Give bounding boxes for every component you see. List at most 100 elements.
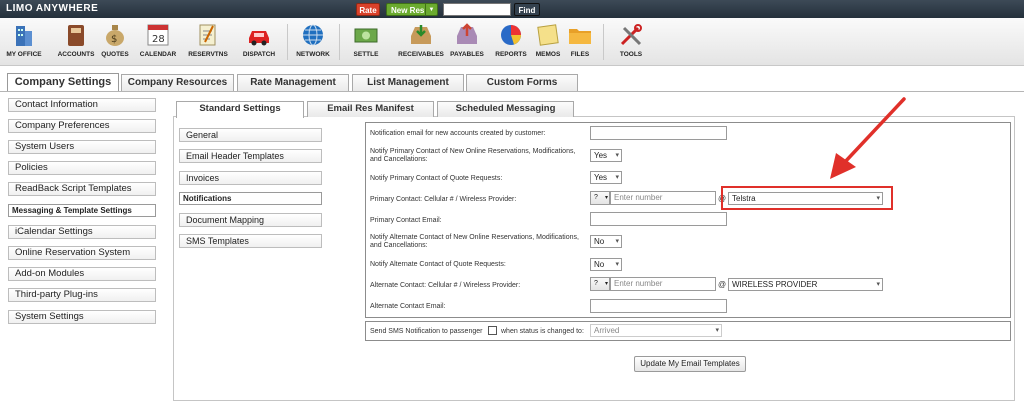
calendar-button[interactable]: 28 CALENDAR <box>136 22 180 64</box>
primary-country-code-value: ? <box>594 194 598 201</box>
payables-label: PAYABLES <box>450 51 484 58</box>
money-bag-icon: $ <box>106 25 124 46</box>
alt-provider-select[interactable]: WIRELESS PROVIDER ▾ <box>728 278 883 291</box>
search-input[interactable] <box>443 3 511 16</box>
update-email-templates-button[interactable]: Update My Email Templates <box>634 356 746 372</box>
payables-button[interactable]: PAYABLES <box>447 22 487 64</box>
subnav-document-mapping[interactable]: Document Mapping <box>179 213 322 227</box>
notify-primary-quote-select[interactable]: Yes ▾ <box>590 171 622 184</box>
files-button[interactable]: FILES <box>565 22 595 64</box>
sms-status-value: Arrived <box>594 326 620 335</box>
alt-provider-value: WIRELESS PROVIDER <box>732 280 818 289</box>
subnav-email-header-templates[interactable]: Email Header Templates <box>179 149 322 163</box>
subnav-invoices[interactable]: Invoices <box>179 171 322 185</box>
sms-status-select[interactable]: Arrived ▾ <box>590 324 722 337</box>
tools-label: TOOLS <box>619 51 643 58</box>
memo-note-icon <box>537 24 559 46</box>
book-icon <box>68 25 84 46</box>
tab-standard-settings[interactable]: Standard Settings <box>176 101 304 118</box>
chevron-down-icon[interactable]: ▼ <box>425 4 437 15</box>
nav-system-users[interactable]: System Users <box>8 140 156 154</box>
chevron-down-icon: ▾ <box>876 281 880 288</box>
reservations-label: RESERVTNS <box>188 51 228 58</box>
new-res-label: New Res <box>391 6 425 15</box>
subnav-sms-templates[interactable]: SMS Templates <box>179 234 322 248</box>
nav-system-settings[interactable]: System Settings <box>8 310 156 324</box>
sms-notif-label: Send SMS Notification to passenger <box>370 328 483 335</box>
network-button[interactable]: NETWORK <box>292 22 334 64</box>
primary-country-code-select[interactable]: ? ▾ <box>590 191 610 205</box>
nav-add-on-modules[interactable]: Add-on Modules <box>8 267 156 281</box>
accounts-label: ACCOUNTS <box>57 51 95 58</box>
notify-alt-res-select[interactable]: No ▾ <box>590 235 622 248</box>
my-office-label: MY OFFICE <box>6 51 42 58</box>
notify-alt-res-value: No <box>594 237 605 246</box>
tab-rate-management[interactable]: Rate Management <box>237 74 349 92</box>
alt-country-code-select[interactable]: ? ▾ <box>590 277 610 291</box>
primary-email-field[interactable] <box>590 212 727 226</box>
tab-email-res-manifest[interactable]: Email Res Manifest <box>307 101 434 117</box>
cash-icon <box>354 28 378 43</box>
reports-button[interactable]: REPORTS <box>492 22 530 64</box>
primary-number-field[interactable]: Enter number <box>610 191 716 205</box>
nav-online-reservation-system[interactable]: Online Reservation System <box>8 246 156 260</box>
tools-button[interactable]: TOOLS <box>613 22 649 64</box>
tab-divider <box>0 91 1024 92</box>
outbox-icon <box>457 23 477 44</box>
alt-email-field[interactable] <box>590 299 727 313</box>
tab-company-resources[interactable]: Company Resources <box>121 74 234 92</box>
annotation-arrow-icon <box>830 97 906 179</box>
nav-readback-script-templates[interactable]: ReadBack Script Templates <box>8 182 156 196</box>
tab-scheduled-messaging[interactable]: Scheduled Messaging <box>437 101 574 117</box>
notify-primary-res-value: Yes <box>594 151 608 160</box>
chevron-down-icon: ▾ <box>615 238 619 245</box>
dispatch-label: DISPATCH <box>242 51 276 58</box>
reservations-button[interactable]: RESERVTNS <box>185 22 231 64</box>
rate-button[interactable]: Rate <box>356 3 380 16</box>
alt-email-label: Alternate Contact Email: <box>370 303 446 310</box>
dispatch-button[interactable]: DISPATCH <box>237 22 281 64</box>
notify-primary-res-select[interactable]: Yes ▾ <box>590 149 622 162</box>
quotes-label: QUOTES <box>101 51 129 58</box>
nav-policies[interactable]: Policies <box>8 161 156 175</box>
inbox-icon <box>411 25 431 44</box>
calendar-label: CALENDAR <box>139 51 177 58</box>
settle-label: SETTLE <box>353 51 379 58</box>
subnav-general[interactable]: General <box>179 128 322 142</box>
chevron-down-icon: ▾ <box>715 327 719 334</box>
receivables-button[interactable]: RECEIVABLES <box>395 22 447 64</box>
new-res-button[interactable]: New Res ▼ <box>386 3 438 16</box>
subnav-notifications[interactable]: Notifications <box>179 192 322 205</box>
tab-company-settings[interactable]: Company Settings <box>7 73 119 92</box>
chevron-down-icon: ▾ <box>604 281 608 287</box>
alt-number-field[interactable]: Enter number <box>610 277 716 291</box>
tab-list-management[interactable]: List Management <box>352 74 464 92</box>
settle-button[interactable]: SETTLE <box>346 22 386 64</box>
notify-primary-quote-value: Yes <box>594 173 608 182</box>
folder-icon <box>569 29 591 44</box>
nav-third-party-plugins[interactable]: Third-party Plug-ins <box>8 288 156 302</box>
nav-company-preferences[interactable]: Company Preferences <box>8 119 156 133</box>
sms-status-label: when status is changed to: <box>501 328 584 335</box>
globe-icon <box>303 24 323 46</box>
tab-custom-forms[interactable]: Custom Forms <box>466 74 578 92</box>
memos-button[interactable]: MEMOS <box>532 22 564 64</box>
chevron-down-icon: ▾ <box>604 195 608 201</box>
my-office-button[interactable]: MY OFFICE <box>3 22 45 64</box>
find-button[interactable]: Find <box>514 3 540 16</box>
car-icon <box>249 31 269 46</box>
quotes-button[interactable]: $ QUOTES <box>100 22 130 64</box>
app-logo: LIMO ANYWHERE <box>6 3 99 14</box>
nav-icalendar-settings[interactable]: iCalendar Settings <box>8 225 156 239</box>
notify-primary-res-label: Notify Primary Contact of New Online Res… <box>370 148 576 163</box>
toolbar-divider <box>287 24 288 60</box>
primary-number-placeholder: Enter number <box>614 193 663 202</box>
nav-messaging-template-settings[interactable]: Messaging & Template Settings <box>8 204 156 217</box>
nav-contact-information[interactable]: Contact Information <box>8 98 156 112</box>
notif-email-field[interactable] <box>590 126 727 140</box>
notify-alt-quote-select[interactable]: No ▾ <box>590 258 622 271</box>
sms-notif-checkbox[interactable] <box>488 326 497 335</box>
accounts-button[interactable]: ACCOUNTS <box>57 22 95 64</box>
svg-text:$: $ <box>111 34 117 45</box>
toolbar-divider <box>603 24 604 60</box>
